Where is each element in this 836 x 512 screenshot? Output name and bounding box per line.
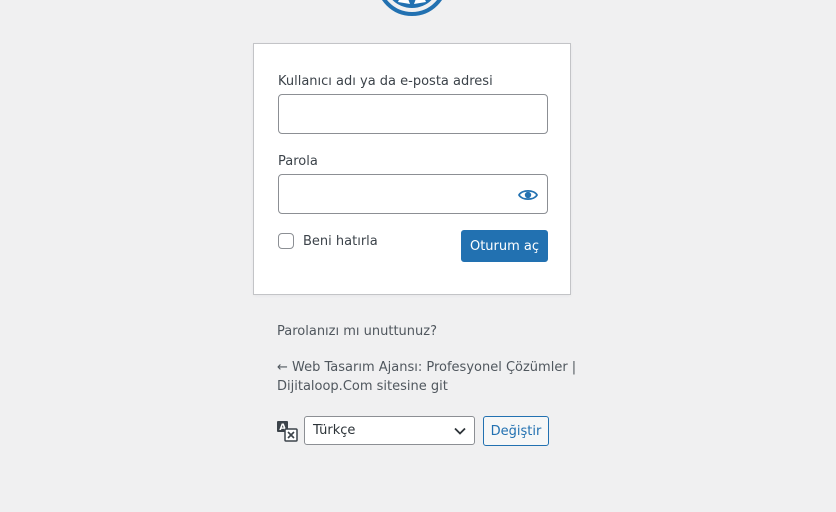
lost-password-link[interactable]: Parolanızı mı unuttunuz? xyxy=(277,322,437,341)
login-submit-button[interactable]: Oturum aç xyxy=(461,230,548,262)
username-input[interactable] xyxy=(278,94,548,134)
back-to-site-link[interactable]: ← Web Tasarım Ajansı: Profesyonel Çözüml… xyxy=(277,358,576,396)
password-input[interactable] xyxy=(278,174,548,214)
remember-checkbox[interactable] xyxy=(278,233,294,249)
login-form: Kullanıcı adı ya da e-posta adresi Parol… xyxy=(253,43,571,295)
change-language-button[interactable]: Değiştir xyxy=(483,416,549,446)
chevron-down-icon xyxy=(454,427,466,435)
remember-label: Beni hatırla xyxy=(303,233,378,249)
eye-icon xyxy=(518,189,538,201)
language-selected: Türkçe xyxy=(313,423,356,438)
back-to-site-line1: ← Web Tasarım Ajansı: Profesyonel Çözüml… xyxy=(277,360,577,375)
show-password-button[interactable] xyxy=(512,184,544,206)
remember-me[interactable]: Beni hatırla xyxy=(278,233,378,249)
wordpress-logo-icon[interactable] xyxy=(376,0,448,16)
username-label: Kullanıcı adı ya da e-posta adresi xyxy=(278,74,493,89)
language-select[interactable]: Türkçe xyxy=(304,416,475,445)
password-label: Parola xyxy=(278,154,318,169)
translation-icon: A xyxy=(277,421,298,442)
back-to-site-line2: Dijitaloop.Com sitesine git xyxy=(277,379,448,394)
